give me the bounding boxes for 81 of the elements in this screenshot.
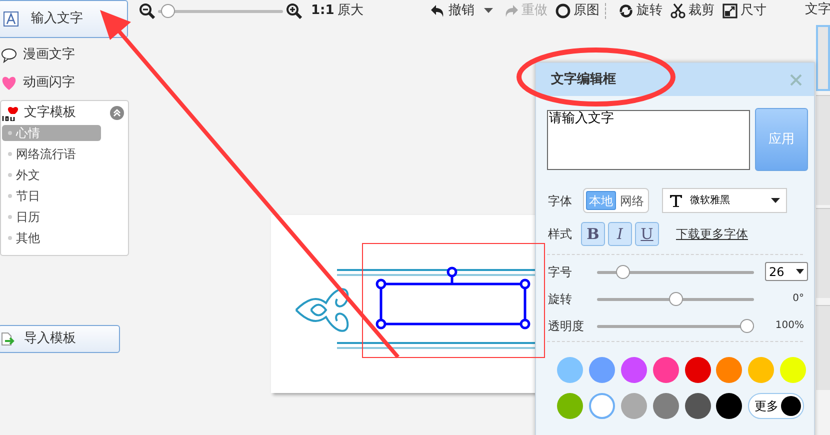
- zoom-in-icon[interactable]: [286, 3, 302, 19]
- slider-thumb[interactable]: [668, 292, 682, 306]
- template-category[interactable]: 其他: [2, 230, 101, 246]
- color-swatch[interactable]: [684, 357, 710, 383]
- toolbar-button[interactable]: 裁剪: [670, 1, 714, 21]
- dialog-title: 文字编辑框: [551, 70, 617, 89]
- text-style-button[interactable]: B: [581, 222, 605, 246]
- template-category[interactable]: 网络流行语: [2, 146, 101, 162]
- dropdown-caret-icon[interactable]: [484, 8, 494, 14]
- font-label: 字体: [548, 192, 573, 210]
- more-colors-button[interactable]: 更多: [748, 393, 804, 419]
- resize-icon: [722, 3, 738, 19]
- style-label: 样式: [548, 226, 573, 243]
- slider-label: 旋转: [548, 290, 573, 308]
- dropdown-caret-icon: [771, 198, 780, 203]
- template-category[interactable]: 日历: [2, 209, 101, 225]
- text-style-button[interactable]: U: [635, 222, 659, 246]
- toolbar-button[interactable]: 尺寸: [722, 1, 766, 21]
- color-swatch[interactable]: [684, 393, 710, 419]
- import-template-button[interactable]: 导入模板: [0, 325, 120, 353]
- template-panel-title: 文字模板: [24, 104, 77, 122]
- template-thumbnail[interactable]: [816, 208, 830, 298]
- redo-icon: [503, 3, 520, 19]
- color-swatch[interactable]: [652, 393, 679, 419]
- template-thumbnail[interactable]: [816, 305, 830, 390]
- actual-size-button[interactable]: 原大: [337, 1, 364, 21]
- zoom-out-icon[interactable]: [139, 3, 155, 19]
- font-type-icon: [670, 194, 682, 206]
- color-swatch[interactable]: [716, 357, 742, 383]
- slider-thumb[interactable]: [740, 318, 754, 332]
- slider-thumb[interactable]: [161, 4, 176, 18]
- text-selection-box[interactable]: [376, 266, 530, 330]
- sidebar-item[interactable]: 漫画文字: [0, 41, 128, 69]
- font-source-tab[interactable]: 网络: [618, 191, 646, 210]
- slider-reading: 100%: [774, 319, 804, 333]
- color-swatch[interactable]: [588, 393, 615, 419]
- close-icon[interactable]: [790, 74, 802, 86]
- circle-icon: [555, 3, 572, 19]
- zoom-slider[interactable]: [158, 4, 283, 18]
- zoom-ratio: 1:1: [311, 2, 334, 20]
- download-fonts-link[interactable]: 下载更多字体: [676, 225, 748, 243]
- slider[interactable]: [597, 318, 754, 332]
- font-name: 微软雅黑: [690, 194, 731, 208]
- color-swatch[interactable]: [620, 393, 647, 419]
- toolbar-button[interactable]: 旋转: [618, 1, 662, 21]
- toolbar-button[interactable]: 原图: [555, 1, 600, 21]
- font-dropdown[interactable]: 微软雅黑: [662, 188, 787, 213]
- template-category[interactable]: 节日: [2, 188, 101, 204]
- slider-reading: 0°: [792, 292, 804, 306]
- dropdown-caret-icon: [796, 269, 804, 274]
- color-swatch[interactable]: [557, 393, 583, 419]
- template-category[interactable]: 外文: [2, 167, 101, 183]
- slider[interactable]: [597, 292, 754, 306]
- slider-thumb[interactable]: [616, 264, 630, 278]
- color-swatch[interactable]: [780, 357, 806, 383]
- heart-icon: [2, 105, 18, 121]
- template-thumbnail[interactable]: [816, 25, 830, 91]
- font-size-select[interactable]: 26: [765, 262, 808, 281]
- color-swatch[interactable]: [652, 357, 679, 383]
- color-swatch[interactable]: [748, 357, 774, 383]
- speech-bubble-icon: [1, 47, 17, 63]
- toolbar-button[interactable]: 撤销: [430, 1, 474, 21]
- slider-label: 字号: [548, 264, 573, 280]
- heart-icon: [1, 75, 17, 91]
- sidebar-item[interactable]: 输入文字: [0, 0, 128, 38]
- rotate-icon: [618, 3, 634, 19]
- collapse-icon[interactable]: [110, 106, 124, 120]
- slider-label: 透明度: [548, 318, 585, 334]
- font-size-value: 26: [769, 264, 784, 280]
- text-input[interactable]: 请输入文字: [547, 110, 750, 170]
- color-swatch[interactable]: [588, 357, 615, 383]
- import-file-icon: [1, 332, 15, 346]
- color-swatch[interactable]: [716, 393, 742, 419]
- slider[interactable]: [597, 264, 754, 278]
- color-swatch[interactable]: [620, 357, 647, 383]
- text-style-button[interactable]: I: [608, 222, 632, 246]
- color-swatch[interactable]: [557, 357, 583, 383]
- template-thumbnail[interactable]: [816, 95, 830, 205]
- scissors-icon: [670, 3, 686, 19]
- sidebar-item[interactable]: 动画闪字: [0, 69, 128, 97]
- letter-a-icon: [3, 11, 19, 27]
